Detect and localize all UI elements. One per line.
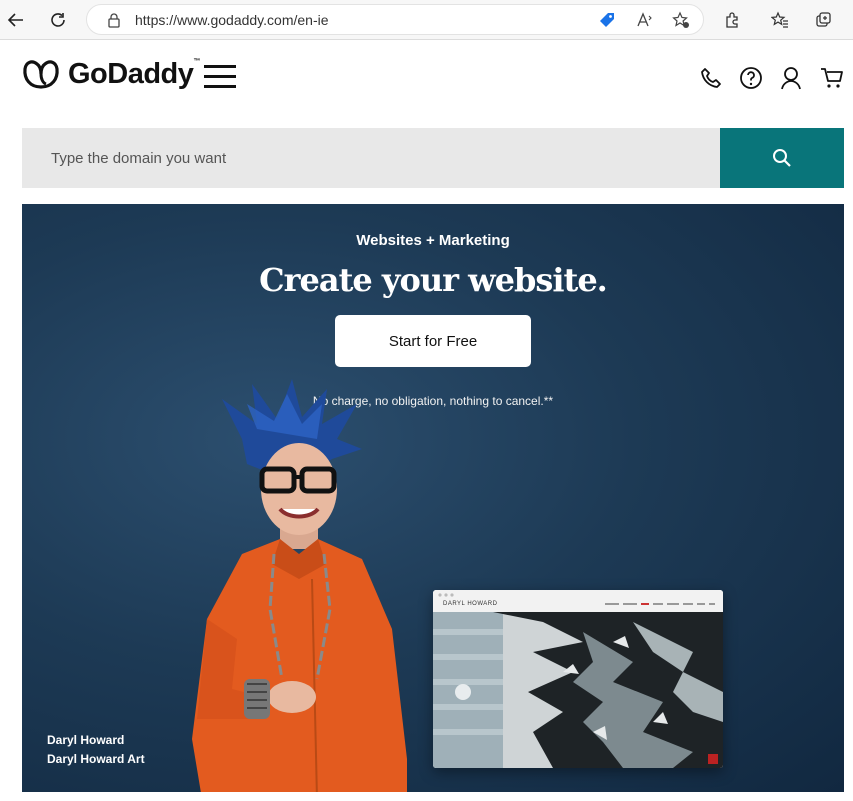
mockup-site-title: DARYL HOWARD: [443, 601, 498, 607]
hero-person-image: [192, 379, 407, 792]
hero-title: Create your website.: [259, 261, 608, 299]
logo-wordmark: GoDaddy™: [68, 58, 200, 91]
hero-banner: Websites + Marketing Create your website…: [22, 204, 844, 792]
mockup-header: DARYL HOWARD: [433, 590, 723, 612]
address-bar[interactable]: https://www.godaddy.com/en-ie: [86, 4, 704, 35]
read-aloud-icon[interactable]: [635, 10, 655, 30]
back-icon[interactable]: [4, 8, 28, 32]
account-icon[interactable]: [778, 65, 804, 91]
help-icon[interactable]: [738, 65, 764, 91]
start-for-free-button[interactable]: Start for Free: [335, 315, 531, 367]
refresh-icon[interactable]: [46, 8, 70, 32]
site-header: GoDaddy™: [0, 41, 853, 121]
url-text[interactable]: https://www.godaddy.com/en-ie: [135, 12, 329, 28]
domain-search: [22, 128, 844, 188]
godaddy-logo[interactable]: GoDaddy™: [22, 57, 200, 91]
mockup-nav-icon: [605, 603, 715, 605]
search-button[interactable]: [720, 128, 844, 188]
window-dots-icon: [438, 593, 454, 597]
favorites-icon[interactable]: [768, 8, 792, 32]
website-mockup: DARYL HOWARD: [433, 590, 723, 768]
domain-search-input[interactable]: [22, 128, 720, 188]
hero-eyebrow: Websites + Marketing: [356, 232, 510, 249]
tag-icon[interactable]: [597, 10, 617, 30]
phone-icon[interactable]: [698, 65, 724, 91]
collections-icon[interactable]: [812, 8, 836, 32]
caption-company: Daryl Howard Art: [47, 752, 145, 766]
logo-trademark: ™: [193, 57, 200, 65]
extensions-icon[interactable]: [720, 8, 744, 32]
hamburger-icon[interactable]: [204, 65, 236, 89]
godaddy-logo-icon: [23, 60, 59, 89]
mockup-artwork: [433, 612, 723, 768]
lock-icon[interactable]: [107, 12, 121, 33]
favorite-add-icon[interactable]: [671, 10, 691, 30]
search-icon: [773, 149, 791, 167]
cart-icon[interactable]: [819, 65, 845, 91]
caption-name: Daryl Howard: [47, 733, 125, 747]
browser-toolbar: https://www.godaddy.com/en-ie: [0, 0, 853, 40]
logo-text: GoDaddy: [68, 57, 194, 90]
